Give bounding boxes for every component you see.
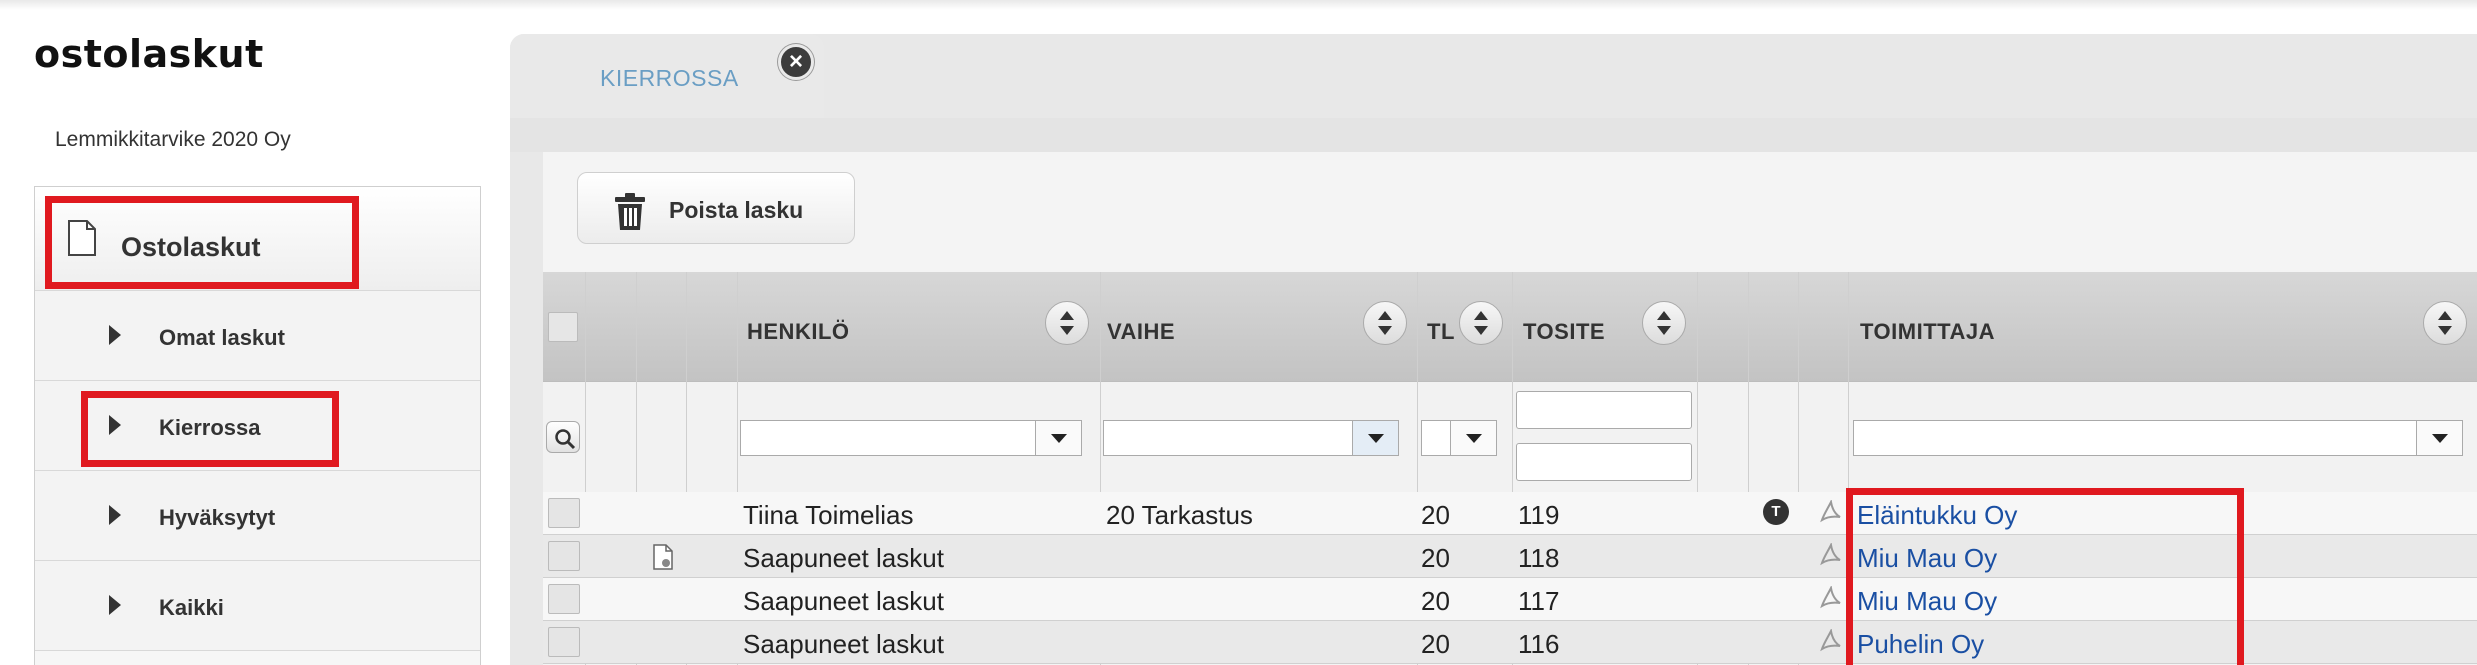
sidebar: Ostolaskut Omat laskut Kierrossa Hyväksy… [34,186,481,665]
sidebar-item-kierrossa[interactable]: Kierrossa [35,381,480,471]
cell-tosite: 118 [1518,543,1560,573]
filter-tosite-from-input[interactable] [1516,391,1692,429]
pdf-icon[interactable] [1819,586,1843,610]
cell-henkilo: Saapuneet laskut [743,629,944,659]
sidebar-item-hyvaksytyt[interactable]: Hyväksytyt [35,471,480,561]
row-checkbox[interactable] [548,498,580,528]
expand-arrow-icon [109,595,121,615]
pdf-icon[interactable] [1819,543,1843,567]
filter-tosite-to-input[interactable] [1516,443,1692,481]
trash-icon [615,193,645,230]
cell-henkilo: Tiina Toimelias [743,500,914,530]
close-icon[interactable]: × [778,44,814,80]
expand-arrow-icon [109,415,121,435]
cell-henkilo: Saapuneet laskut [743,543,944,573]
cell-toimittaja-link[interactable]: Eläintukku Oy [1857,500,2017,531]
cell-vaihe: 20 Tarkastus [1106,500,1253,530]
table-row[interactable]: Saapuneet laskut 20 116 Puhelin Oy [543,621,2477,664]
cell-tosite: 117 [1518,586,1560,616]
column-header-henkilo[interactable]: HENKILÖ [747,319,850,345]
expand-arrow-icon [109,505,121,525]
app-title: ostolaskut [34,32,264,76]
column-header-tl[interactable]: TL [1427,319,1455,345]
chevron-down-icon [1450,421,1496,455]
row-checkbox[interactable] [548,584,580,614]
table-row[interactable]: Tiina Toimelias 20 Tarkastus 20 119 T El… [543,492,2477,535]
column-header-tosite[interactable]: TOSITE [1523,319,1605,345]
cell-tosite: 116 [1518,629,1560,659]
filter-henkilo-select[interactable] [740,420,1082,456]
attachment-document-icon[interactable] [652,544,674,570]
filter-vaihe-select[interactable] [1103,420,1399,456]
sidebar-item-label: Hyväksytyt [159,505,276,530]
filter-tl-select[interactable] [1421,420,1497,456]
sort-tosite-icon[interactable] [1642,301,1686,345]
sidebar-item-omat-laskut[interactable]: Omat laskut [35,291,480,381]
status-t-icon[interactable]: T [1763,499,1789,525]
sort-tl-icon[interactable] [1459,301,1503,345]
cell-tl: 20 [1421,500,1450,530]
sidebar-item-label: Kierrossa [159,415,261,440]
filter-toimittaja-select[interactable] [1853,420,2463,456]
search-icon [555,429,576,450]
chevron-down-icon [2416,421,2462,455]
sidebar-header-label: Ostolaskut [121,232,261,262]
column-header-toimittaja[interactable]: TOIMITTAJA [1860,319,1995,345]
table-row[interactable]: Saapuneet laskut 20 118 Miu Mau Oy [543,535,2477,578]
document-icon [68,220,96,256]
table-row[interactable]: Saapuneet laskut 20 117 Miu Mau Oy [543,578,2477,621]
tab-label: KIERROSSA [600,65,739,91]
tab-strip [510,118,2477,152]
expand-arrow-icon [109,325,121,345]
sidebar-header-ostolaskut[interactable]: Ostolaskut [35,187,480,291]
chevron-down-icon [1035,421,1081,455]
cell-tl: 20 [1421,629,1450,659]
tab-kierrossa[interactable]: KIERROSSA × [510,34,824,118]
sidebar-item-kaikki[interactable]: Kaikki [35,561,480,651]
column-header-vaihe[interactable]: VAIHE [1107,319,1175,345]
delete-invoice-label: Poista lasku [669,197,804,223]
filter-search-button[interactable] [546,421,580,453]
chevron-down-icon [1352,421,1398,455]
cell-henkilo: Saapuneet laskut [743,586,944,616]
pdf-icon[interactable] [1819,629,1843,653]
select-all-checkbox[interactable] [548,312,578,342]
row-checkbox[interactable] [548,541,580,571]
sidebar-item-label: Kaikki [159,595,224,620]
delete-invoice-button[interactable]: Poista lasku [577,172,855,244]
sort-vaihe-icon[interactable] [1363,301,1407,345]
cell-toimittaja-link[interactable]: Puhelin Oy [1857,629,1984,660]
company-name: Lemmikkitarvike 2020 Oy [55,128,291,151]
cell-tl: 20 [1421,543,1450,573]
sort-toimittaja-icon[interactable] [2423,301,2467,345]
cell-tosite: 119 [1518,500,1560,530]
pdf-icon[interactable] [1819,500,1843,524]
cell-toimittaja-link[interactable]: Miu Mau Oy [1857,543,1997,574]
top-shadow [0,0,2477,10]
sidebar-item-label: Omat laskut [159,325,285,350]
cell-tl: 20 [1421,586,1450,616]
sort-henkilo-icon[interactable] [1045,301,1089,345]
row-checkbox[interactable] [548,627,580,657]
cell-toimittaja-link[interactable]: Miu Mau Oy [1857,586,1997,617]
